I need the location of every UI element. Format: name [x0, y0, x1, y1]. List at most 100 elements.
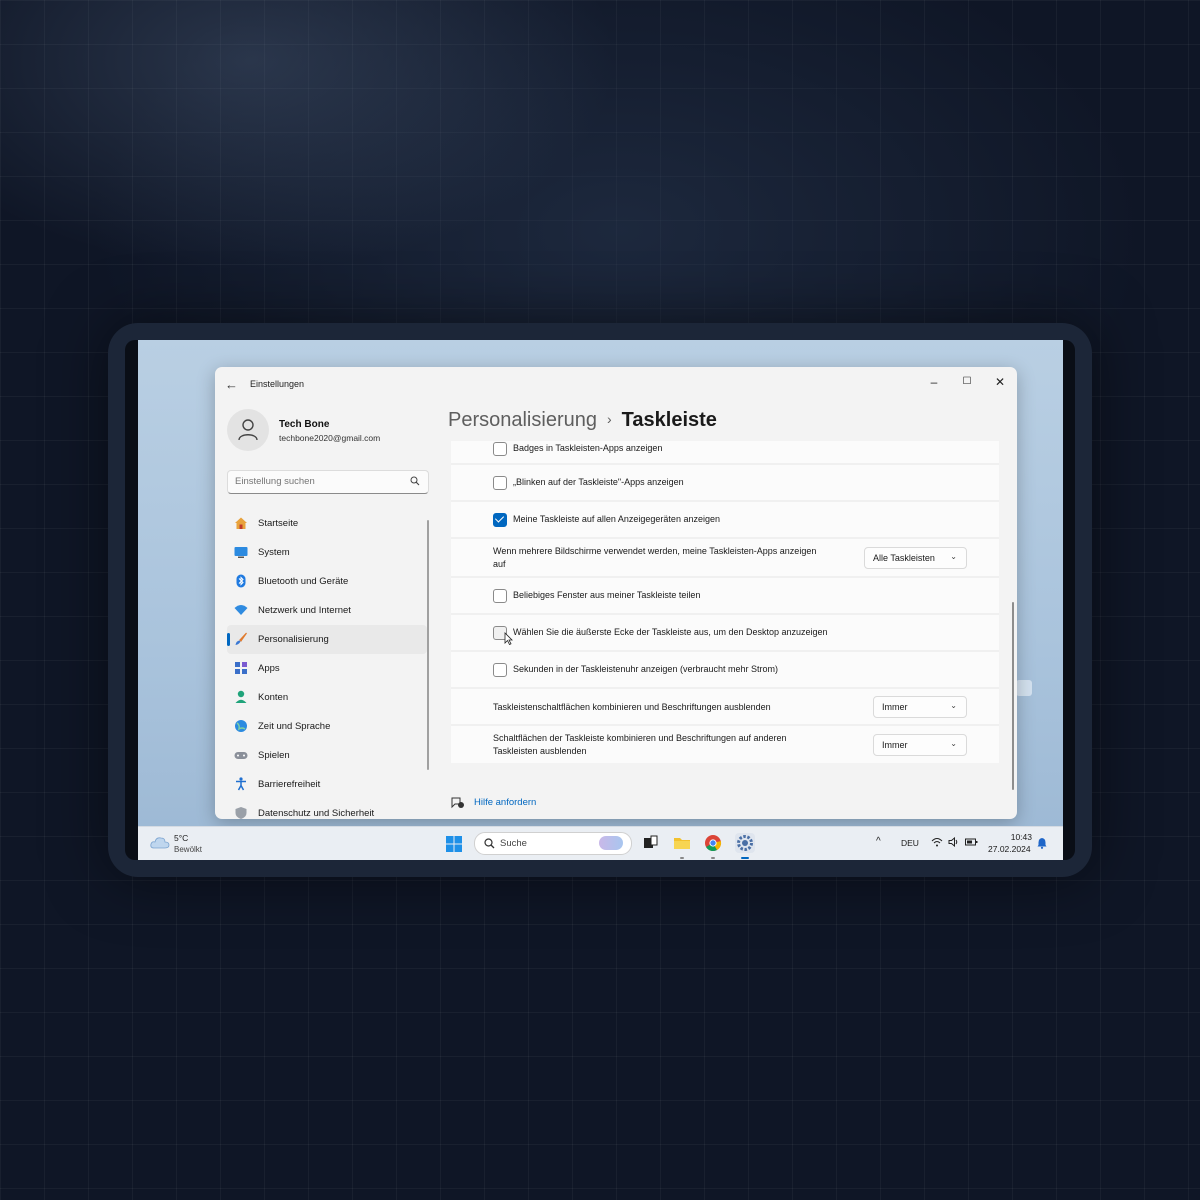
- sidebar-item-personalisierung[interactable]: Personalisierung: [227, 625, 427, 654]
- volume-icon[interactable]: [948, 837, 960, 847]
- search-icon: [484, 838, 495, 849]
- clock-time[interactable]: 10:43: [1008, 832, 1032, 842]
- setting-row-multi-monitor: Wenn mehrere Bildschirme verwendet werde…: [451, 539, 999, 578]
- window-title: Einstellungen: [250, 379, 305, 389]
- settings-list: Badges in Taskleisten-Apps anzeigen „Bli…: [451, 441, 999, 763]
- chevron-down-icon: ⌄: [950, 552, 957, 561]
- settings-search[interactable]: [227, 470, 429, 494]
- language-indicator[interactable]: DEU: [901, 838, 919, 848]
- file-explorer-icon[interactable]: [672, 833, 692, 859]
- content-scrollbar[interactable]: [1012, 602, 1014, 790]
- weather-condition[interactable]: Bewölkt: [174, 845, 202, 854]
- setting-row-all-displays[interactable]: Meine Taskleiste auf allen Anzeigegeräte…: [451, 502, 999, 539]
- sidebar-item-label: Spielen: [258, 750, 290, 761]
- sidebar-item-datenschutz[interactable]: Datenschutz und Sicherheit: [227, 799, 427, 819]
- notification-bell-icon[interactable]: [1037, 837, 1047, 849]
- chrome-icon[interactable]: [703, 833, 723, 859]
- sidebar-item-netzwerk[interactable]: Netzwerk und Internet: [227, 596, 427, 625]
- avatar[interactable]: [227, 409, 269, 451]
- dropdown-value: Immer: [882, 702, 908, 712]
- sidebar-item-startseite[interactable]: Startseite: [227, 509, 427, 538]
- setting-label: „Blinken auf der Taskleiste"-Apps anzeig…: [513, 477, 684, 487]
- recycle-bin-icon[interactable]: [1016, 680, 1032, 696]
- sidebar-item-label: Zeit und Sprache: [258, 721, 331, 732]
- seconds-checkbox[interactable]: [493, 663, 507, 677]
- sidebar-item-label: Netzwerk und Internet: [258, 605, 351, 616]
- flashing-checkbox[interactable]: [493, 476, 507, 490]
- maximize-button[interactable]: ☐: [954, 372, 980, 392]
- setting-label: Wählen Sie die äußerste Ecke der Tasklei…: [513, 627, 828, 637]
- settings-icon[interactable]: [735, 833, 755, 859]
- active-indicator: [227, 633, 230, 646]
- settings-window: ← Einstellungen – ☐ ✕ Tech Bone techbone…: [215, 367, 1017, 819]
- desktop-screen: ← Einstellungen – ☐ ✕ Tech Bone techbone…: [138, 340, 1063, 860]
- help-icon: [451, 797, 464, 809]
- sidebar-item-system[interactable]: System: [227, 538, 427, 567]
- all-displays-checkbox[interactable]: [493, 513, 507, 527]
- mouse-cursor-icon: [504, 632, 513, 645]
- sidebar-item-zeit[interactable]: Zeit und Sprache: [227, 712, 427, 741]
- monitor-icon: [234, 547, 248, 558]
- combine-dropdown[interactable]: Immer ⌄: [873, 696, 967, 718]
- multi-monitor-dropdown[interactable]: Alle Taskleisten ⌄: [864, 547, 967, 569]
- title-bar: ← Einstellungen – ☐ ✕: [215, 367, 1017, 401]
- task-view-icon[interactable]: [640, 833, 660, 853]
- minimize-button[interactable]: –: [921, 372, 947, 392]
- combine-other-dropdown[interactable]: Immer ⌄: [873, 734, 967, 756]
- setting-row-combine: Taskleistenschaltflächen kombinieren und…: [451, 689, 999, 726]
- profile-name: Tech Bone: [279, 419, 330, 430]
- sidebar-item-label: System: [258, 547, 290, 558]
- badges-checkbox[interactable]: [493, 442, 507, 456]
- sidebar-scrollbar[interactable]: [427, 520, 429, 770]
- sidebar-item-label: Datenschutz und Sicherheit: [258, 808, 375, 819]
- back-arrow-icon[interactable]: ←: [225, 377, 238, 392]
- setting-label: Schaltflächen der Taskleiste kombinieren…: [493, 733, 787, 756]
- setting-row-share-window[interactable]: Beliebiges Fenster aus meiner Taskleiste…: [451, 578, 999, 615]
- sidebar-item-label: Bluetooth und Geräte: [258, 576, 349, 587]
- battery-icon[interactable]: [965, 837, 978, 847]
- globe-icon: [235, 720, 247, 732]
- bluetooth-icon: [236, 574, 246, 588]
- sidebar-nav: Startseite System Bluetooth und Geräte N…: [227, 509, 427, 819]
- setting-label: Meine Taskleiste auf allen Anzeigegeräte…: [513, 514, 720, 524]
- breadcrumb: Personalisierung › Taskleiste: [448, 409, 717, 432]
- gamepad-icon: [234, 752, 248, 759]
- sidebar-item-label: Personalisierung: [258, 634, 329, 645]
- search-input[interactable]: [235, 474, 395, 489]
- setting-label: Wenn mehrere Bildschirme verwendet werde…: [493, 546, 817, 569]
- sidebar-item-barrierefreiheit[interactable]: Barrierefreiheit: [227, 770, 427, 799]
- dropdown-value: Alle Taskleisten: [873, 553, 935, 563]
- sidebar-item-bluetooth[interactable]: Bluetooth und Geräte: [227, 567, 427, 596]
- setting-row-seconds[interactable]: Sekunden in der Taskleistenuhr anzeigen …: [451, 652, 999, 689]
- setting-row-blinken[interactable]: „Blinken auf der Taskleiste"-Apps anzeig…: [451, 465, 999, 502]
- clock-date[interactable]: 27.02.2024: [988, 844, 1031, 854]
- setting-label: Sekunden in der Taskleistenuhr anzeigen …: [513, 664, 778, 674]
- shield-icon: [235, 807, 247, 819]
- close-button[interactable]: ✕: [987, 372, 1013, 392]
- tray-overflow-chevron[interactable]: ^: [876, 836, 881, 847]
- taskbar-search[interactable]: Suche: [474, 832, 632, 855]
- breadcrumb-parent[interactable]: Personalisierung: [448, 409, 597, 431]
- setting-row-desktop-corner[interactable]: Wählen Sie die äußerste Ecke der Tasklei…: [451, 615, 999, 652]
- profile-email: techbone2020@gmail.com: [279, 433, 381, 443]
- setting-row-badges[interactable]: Badges in Taskleisten-Apps anzeigen: [451, 441, 999, 465]
- taskbar-search-label: Suche: [500, 838, 527, 849]
- dropdown-value: Immer: [882, 740, 908, 750]
- help-link[interactable]: Hilfe anfordern: [474, 797, 536, 808]
- sidebar-item-label: Konten: [258, 692, 289, 703]
- search-highlight-icon: [599, 836, 623, 850]
- weather-temperature[interactable]: 5°C: [174, 833, 188, 843]
- brush-icon: [235, 632, 247, 645]
- apps-icon: [235, 662, 247, 674]
- user-icon: [238, 419, 258, 441]
- wifi-icon[interactable]: [931, 837, 943, 847]
- sidebar-item-apps[interactable]: Apps: [227, 654, 427, 683]
- page-title: Taskleiste: [621, 409, 717, 431]
- setting-label: Badges in Taskleisten-Apps anzeigen: [513, 443, 663, 453]
- start-icon[interactable]: [446, 836, 462, 852]
- sidebar-item-spielen[interactable]: Spielen: [227, 741, 427, 770]
- sidebar-item-label: Barrierefreiheit: [258, 779, 321, 790]
- share-window-checkbox[interactable]: [493, 589, 507, 603]
- sidebar-item-konten[interactable]: Konten: [227, 683, 427, 712]
- account-icon: [235, 690, 247, 703]
